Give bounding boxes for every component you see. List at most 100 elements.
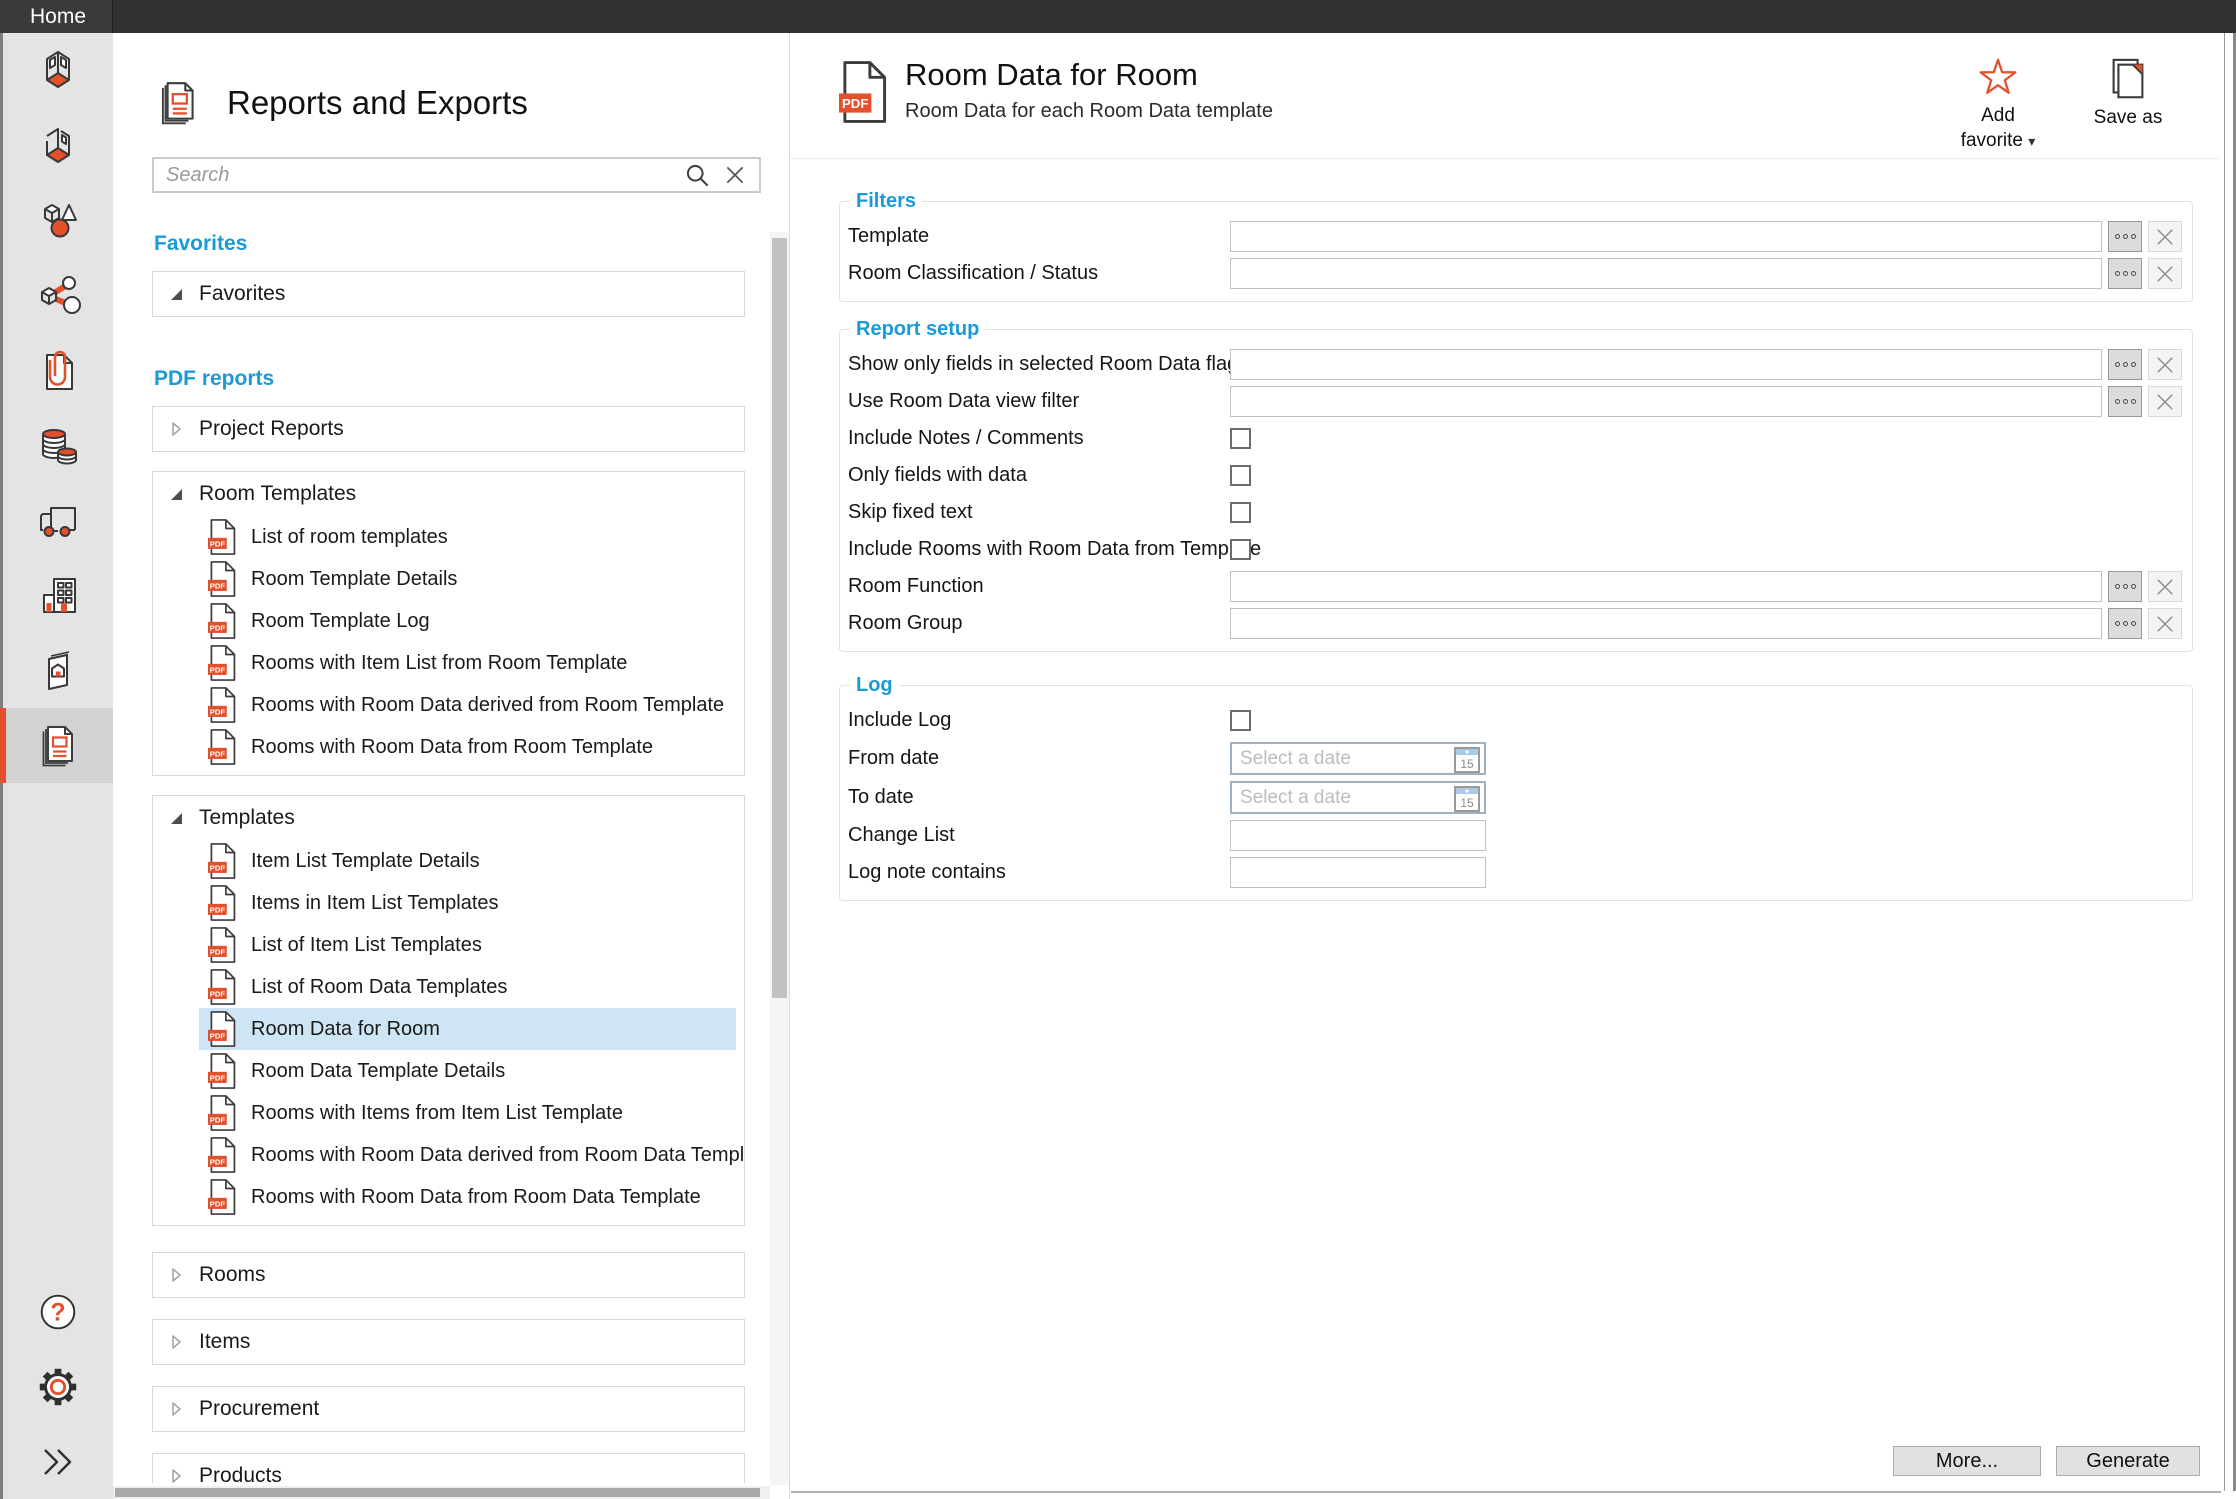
- group-header-rooms[interactable]: Rooms: [153, 1253, 744, 1297]
- group-header-templates[interactable]: Templates: [153, 796, 744, 840]
- calendar-icon[interactable]: [1454, 745, 1480, 773]
- room-function-input[interactable]: [1230, 571, 2102, 602]
- collapse-rail-button[interactable]: [3, 1424, 113, 1499]
- include-log-checkbox[interactable]: [1230, 710, 1251, 731]
- sidebar-item-systems[interactable]: [3, 258, 113, 333]
- calendar-icon[interactable]: [1454, 784, 1480, 812]
- search-input[interactable]: [154, 164, 684, 187]
- help-icon: ?: [35, 1289, 81, 1335]
- ellipsis-icon: [2115, 621, 2120, 626]
- collapsed-triangle-icon: [169, 1402, 183, 1416]
- room-function-lookup-button[interactable]: [2108, 571, 2142, 602]
- main-vertical-scrollbar[interactable]: [2224, 33, 2236, 1491]
- include-rooms-from-template-checkbox[interactable]: [1230, 539, 1251, 560]
- expanded-triangle-icon: [169, 487, 183, 501]
- include-notes-checkbox[interactable]: [1230, 428, 1251, 449]
- tree-vertical-scrollbar: [770, 232, 789, 1485]
- room-group-lookup-button[interactable]: [2108, 608, 2142, 639]
- tree-item[interactable]: Room Data Template Details: [199, 1050, 736, 1092]
- tree-item[interactable]: Items in Item List Templates: [199, 882, 736, 924]
- more-button[interactable]: More...: [1893, 1446, 2041, 1476]
- generate-button[interactable]: Generate: [2056, 1446, 2200, 1476]
- items-shapes-icon: [34, 197, 82, 245]
- template-input[interactable]: [1230, 221, 2102, 252]
- ellipsis-icon: [2115, 584, 2120, 589]
- sidebar-item-logistics[interactable]: [3, 483, 113, 558]
- home-tab[interactable]: Home: [0, 0, 113, 33]
- view-filter-input[interactable]: [1230, 386, 2102, 417]
- clear-x-icon: [2155, 227, 2175, 247]
- room-data-flags-lookup-button[interactable]: [2108, 349, 2142, 380]
- group-header-favorites[interactable]: Favorites: [153, 272, 744, 316]
- from-date-input[interactable]: Select a date: [1230, 742, 1486, 775]
- tree-horizontal-scrollbar-thumb[interactable]: [115, 1488, 760, 1497]
- sidebar-item-reports[interactable]: [3, 708, 113, 783]
- report-header: Room Data for Room Room Data for each Ro…: [839, 57, 2176, 157]
- change-list-label: Change List: [848, 824, 1230, 847]
- room-data-flags-clear-button[interactable]: [2148, 349, 2182, 380]
- change-list-input[interactable]: [1230, 820, 1486, 851]
- collapsed-triangle-icon: [169, 1268, 183, 1282]
- tree-item[interactable]: Rooms with Room Data derived from Room T…: [199, 684, 736, 726]
- group-header-project-reports[interactable]: Project Reports: [153, 407, 744, 451]
- tree-item[interactable]: List of room templates: [199, 516, 736, 558]
- help-button[interactable]: ?: [3, 1274, 113, 1349]
- tree-item[interactable]: Rooms with Room Data derived from Room D…: [199, 1134, 736, 1176]
- data-stack-icon: [34, 422, 82, 470]
- to-date-label: To date: [848, 786, 1230, 809]
- star-icon: [1975, 57, 2021, 101]
- room-classification-input[interactable]: [1230, 258, 2102, 289]
- sidebar-item-buildings[interactable]: [3, 558, 113, 633]
- only-fields-with-data-checkbox[interactable]: [1230, 465, 1251, 486]
- tree-group-rooms: Rooms: [152, 1252, 745, 1298]
- sidebar-spacer: [3, 783, 113, 1274]
- pdf-file-icon: [208, 729, 237, 765]
- group-header-products[interactable]: Products: [153, 1454, 744, 1483]
- log-note-label: Log note contains: [848, 861, 1230, 884]
- tree-item[interactable]: Rooms with Items from Item List Template: [199, 1092, 736, 1134]
- tree-item[interactable]: List of Room Data Templates: [199, 966, 736, 1008]
- room-group-clear-button[interactable]: [2148, 608, 2182, 639]
- sidebar-item-products-book[interactable]: [3, 633, 113, 708]
- log-note-input[interactable]: [1230, 857, 1486, 888]
- template-clear-button[interactable]: [2148, 221, 2182, 252]
- room-group-input[interactable]: [1230, 608, 2102, 639]
- settings-button[interactable]: [3, 1349, 113, 1424]
- section-heading-favorites: Favorites: [154, 232, 745, 256]
- search-clear-icon[interactable]: [723, 163, 747, 187]
- reports-icon: [34, 722, 82, 770]
- sidebar-item-room-data[interactable]: [3, 408, 113, 483]
- skip-fixed-text-checkbox[interactable]: [1230, 502, 1251, 523]
- room-data-flags-input[interactable]: [1230, 349, 2102, 380]
- room-classification-clear-button[interactable]: [2148, 258, 2182, 289]
- group-header-procurement[interactable]: Procurement: [153, 1387, 744, 1431]
- tree-item[interactable]: List of Item List Templates: [199, 924, 736, 966]
- sidebar-item-attachments[interactable]: [3, 333, 113, 408]
- tree-item-selected[interactable]: Room Data for Room: [199, 1008, 736, 1050]
- sidebar-item-items[interactable]: [3, 183, 113, 258]
- tree-item[interactable]: Rooms with Item List from Room Template: [199, 642, 736, 684]
- sidebar-item-rooms[interactable]: [3, 33, 113, 108]
- tree-item[interactable]: Room Template Log: [199, 600, 736, 642]
- tree-item[interactable]: Item List Template Details: [199, 840, 736, 882]
- tree-vertical-scrollbar-thumb[interactable]: [772, 238, 787, 998]
- group-header-room-templates[interactable]: Room Templates: [153, 472, 744, 516]
- save-as-button[interactable]: Save as: [2080, 57, 2176, 131]
- to-date-input[interactable]: Select a date: [1230, 781, 1486, 814]
- pdf-file-icon: [208, 603, 237, 639]
- group-label: Favorites: [199, 282, 285, 306]
- template-lookup-button[interactable]: [2108, 221, 2142, 252]
- group-header-items[interactable]: Items: [153, 1320, 744, 1364]
- tree-item[interactable]: Room Template Details: [199, 558, 736, 600]
- view-filter-clear-button[interactable]: [2148, 386, 2182, 417]
- sidebar-item-room-templates[interactable]: [3, 108, 113, 183]
- view-filter-lookup-button[interactable]: [2108, 386, 2142, 417]
- add-favorite-button[interactable]: Add favorite ▾: [1950, 57, 2046, 153]
- tree-item[interactable]: Rooms with Room Data from Room Template: [199, 726, 736, 768]
- tree-item[interactable]: Rooms with Room Data from Room Data Temp…: [199, 1176, 736, 1218]
- caret-down-icon: ▾: [2028, 133, 2035, 149]
- room-classification-lookup-button[interactable]: [2108, 258, 2142, 289]
- add-favorite-label: Add favorite ▾: [1950, 104, 2046, 153]
- pdf-file-icon: [208, 561, 237, 597]
- room-function-clear-button[interactable]: [2148, 571, 2182, 602]
